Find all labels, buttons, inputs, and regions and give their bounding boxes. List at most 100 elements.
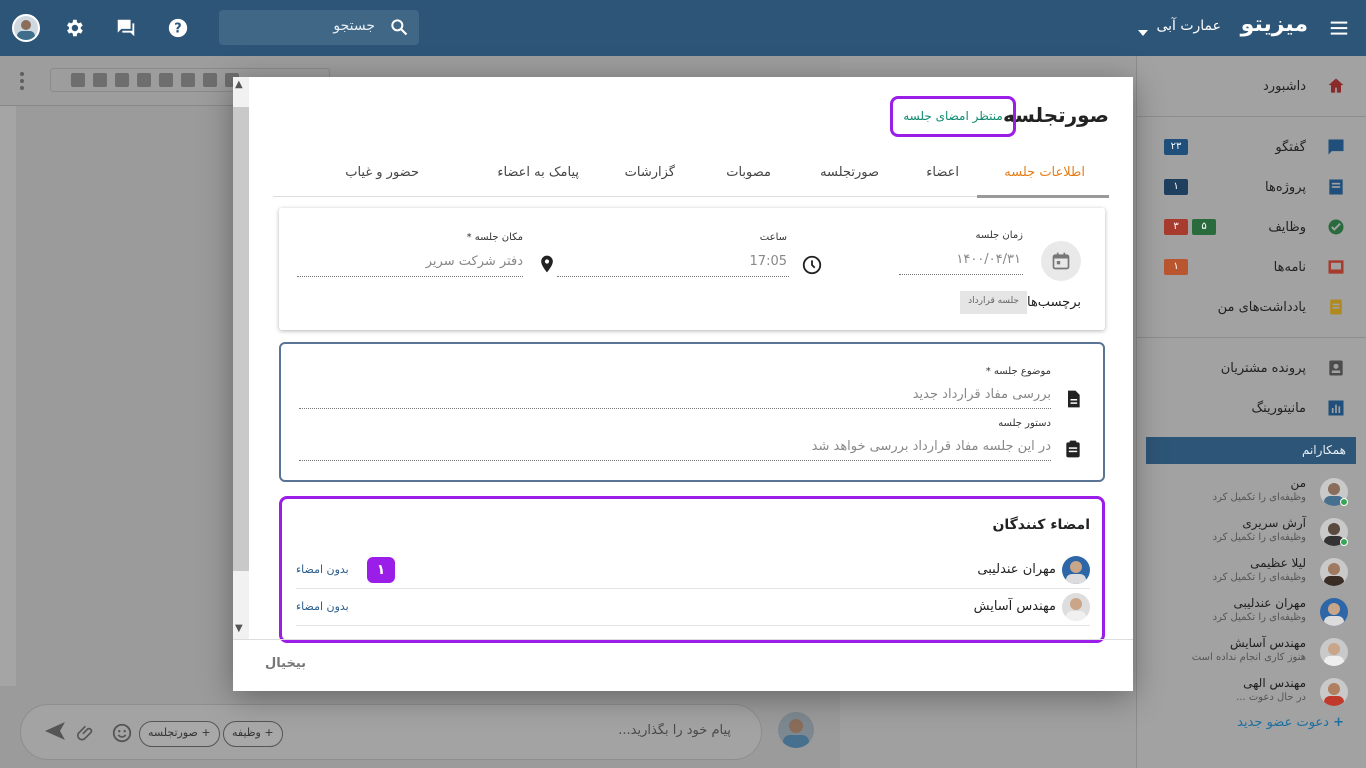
sidebar-item-monitoring[interactable]: مانیتورینگ xyxy=(1136,388,1366,428)
image-icon[interactable] xyxy=(115,73,129,87)
chat-count-badge: ۲۳ xyxy=(1164,139,1188,155)
tasks-icon xyxy=(1326,217,1346,237)
time-label: ساعت xyxy=(759,232,787,243)
file-icon[interactable] xyxy=(71,73,85,87)
document-icon xyxy=(1063,388,1083,414)
add-minutes-chip[interactable]: + صورتجلسه xyxy=(139,721,220,747)
callout-number-badge: ۱ xyxy=(367,557,395,583)
sidebar-item-notes[interactable]: یادداشت‌های من xyxy=(1136,287,1366,327)
svg-text:?: ? xyxy=(174,22,181,37)
avatar xyxy=(1062,593,1090,621)
messages-icon[interactable] xyxy=(114,16,138,40)
add-task-chip[interactable]: + وظیفه xyxy=(223,721,283,747)
subject-field-line xyxy=(299,408,1051,409)
scroll-up-icon[interactable]: ▲ xyxy=(235,79,243,90)
tab-resolutions[interactable]: مصوبات xyxy=(726,165,771,180)
agenda-field-line xyxy=(299,460,1051,461)
search-input[interactable] xyxy=(245,18,375,34)
tab-sms-members[interactable]: پیامک به اعضاء xyxy=(497,165,579,180)
mail-icon xyxy=(1326,257,1346,277)
subject-input[interactable]: بررسی مفاد قرارداد جدید xyxy=(913,387,1051,402)
invite-member-link[interactable]: + دعوت عضو جدید xyxy=(1237,715,1344,730)
meeting-info-card: زمان جلسه ۱۴۰۰/۰۴/۳۱ ساعت 17:05 مکان جلس… xyxy=(279,208,1105,330)
tasks-done-badge: ۵ xyxy=(1192,219,1216,235)
date-field-line xyxy=(899,274,1023,275)
time-value[interactable]: 17:05 xyxy=(750,254,787,269)
signature-status: بدون امضاء xyxy=(296,600,349,613)
signers-title: امضاء کنندگان xyxy=(992,517,1090,533)
gear-icon[interactable] xyxy=(62,16,86,40)
colleague-item[interactable]: مهندس آسایش هنوز کاری انجام نداده است xyxy=(1136,634,1366,674)
colleague-item[interactable]: آرش سریری وظیفه‌ای را تکمیل کرد xyxy=(1136,514,1366,554)
signature-status: بدون امضاء xyxy=(296,563,349,576)
scroll-thumb[interactable] xyxy=(233,107,249,571)
tag-chip[interactable]: جلسه قرارداد xyxy=(960,291,1027,314)
tab-minutes[interactable]: صورتجلسه xyxy=(820,165,879,180)
avatar xyxy=(1320,638,1348,666)
clipboard-icon xyxy=(1063,438,1083,464)
place-field-line xyxy=(297,276,523,277)
modal-title: صورتجلسه xyxy=(1003,103,1109,127)
send-icon[interactable] xyxy=(43,719,67,747)
chat-icon xyxy=(1326,137,1346,157)
sidebar-item-dashboard[interactable]: داشبورد xyxy=(1136,66,1366,106)
sidebar-item-mail[interactable]: نامه‌ها ۱ xyxy=(1136,247,1366,287)
agenda-label: دستور جلسه xyxy=(998,418,1051,429)
attach-icon[interactable] xyxy=(77,723,97,747)
avatar xyxy=(1320,558,1348,586)
video-icon[interactable] xyxy=(93,73,107,87)
tab-members[interactable]: اعضاء xyxy=(926,165,959,180)
clock-icon[interactable] xyxy=(801,254,823,280)
signer-row[interactable]: مهران عندلیبی بدون امضاء xyxy=(296,553,1090,589)
avatar xyxy=(1062,556,1090,584)
plus-icon: + xyxy=(1333,715,1344,730)
projects-icon xyxy=(1326,177,1346,197)
online-status-dot xyxy=(1340,498,1348,506)
org-switcher[interactable]: عمارت آبی xyxy=(1156,18,1221,34)
colleague-item[interactable]: مهندس الهی در حال دعوت ... xyxy=(1136,674,1366,714)
agenda-input[interactable]: در این جلسه مفاد قرارداد بررسی خواهد شد xyxy=(812,439,1051,454)
message-composer: + صورتجلسه + وظیفه xyxy=(20,704,762,760)
sidebar-item-projects[interactable]: پروژه‌ها ۱ xyxy=(1136,167,1366,207)
search-icon[interactable] xyxy=(389,17,409,41)
signers-card: امضاء کنندگان مهران عندلیبی بدون امضاء ۱… xyxy=(279,496,1105,643)
chat-scrollbar[interactable] xyxy=(0,106,16,686)
message-input[interactable] xyxy=(511,723,731,738)
person-icon[interactable] xyxy=(203,73,217,87)
calendar-icon[interactable] xyxy=(1041,241,1081,281)
search-box[interactable] xyxy=(219,10,419,45)
chevron-down-icon[interactable] xyxy=(1138,25,1148,40)
sidebar-divider xyxy=(1136,337,1366,338)
colleague-item[interactable]: من وظیفه‌ای را تکمیل کرد xyxy=(1136,474,1366,514)
customers-icon xyxy=(1326,358,1346,378)
modal-scrollbar[interactable]: ▲ ▼ xyxy=(233,77,249,639)
tab-meeting-info[interactable]: اطلاعات جلسه xyxy=(1004,165,1085,180)
colleague-item[interactable]: لیلا عظیمی وظیفه‌ای را تکمیل کرد xyxy=(1136,554,1366,594)
more-icon[interactable] xyxy=(20,72,26,93)
scroll-down-icon[interactable]: ▼ xyxy=(235,623,243,634)
help-icon[interactable]: ? xyxy=(166,16,190,40)
date-value[interactable]: ۱۴۰۰/۰۴/۳۱ xyxy=(956,252,1021,267)
signer-row[interactable]: مهندس آسایش بدون امضاء xyxy=(296,590,1090,626)
menu-icon[interactable] xyxy=(1328,17,1350,43)
cancel-button[interactable]: بیخیال xyxy=(265,656,306,671)
place-value[interactable]: دفتر شرکت سریر xyxy=(426,254,523,269)
brand-logo: میزیتو xyxy=(1240,12,1308,37)
place-label: مکان جلسه * xyxy=(466,232,523,243)
colleague-item[interactable]: مهران عندلیبی وظیفه‌ای را تکمیل کرد xyxy=(1136,594,1366,634)
user-avatar[interactable] xyxy=(12,14,40,42)
time-field-line xyxy=(557,276,789,277)
online-status-dot xyxy=(1340,538,1348,546)
note-icon[interactable] xyxy=(159,73,173,87)
check-icon[interactable] xyxy=(181,73,195,87)
tab-reports[interactable]: گزارشات xyxy=(625,165,675,180)
emoji-icon[interactable] xyxy=(111,722,133,748)
sidebar-item-chat[interactable]: گفتگو ۲۳ xyxy=(1136,127,1366,167)
tab-attendance[interactable]: حضور و غیاب xyxy=(345,165,419,180)
mail-count-badge: ۱ xyxy=(1164,259,1188,275)
sidebar-item-customers[interactable]: پرونده مشتریان xyxy=(1136,348,1366,388)
clipboard-icon[interactable] xyxy=(137,73,151,87)
date-label: زمان جلسه xyxy=(975,230,1023,241)
location-icon[interactable] xyxy=(537,253,557,279)
sidebar-item-tasks[interactable]: وظایف ۵ ۳ xyxy=(1136,207,1366,247)
